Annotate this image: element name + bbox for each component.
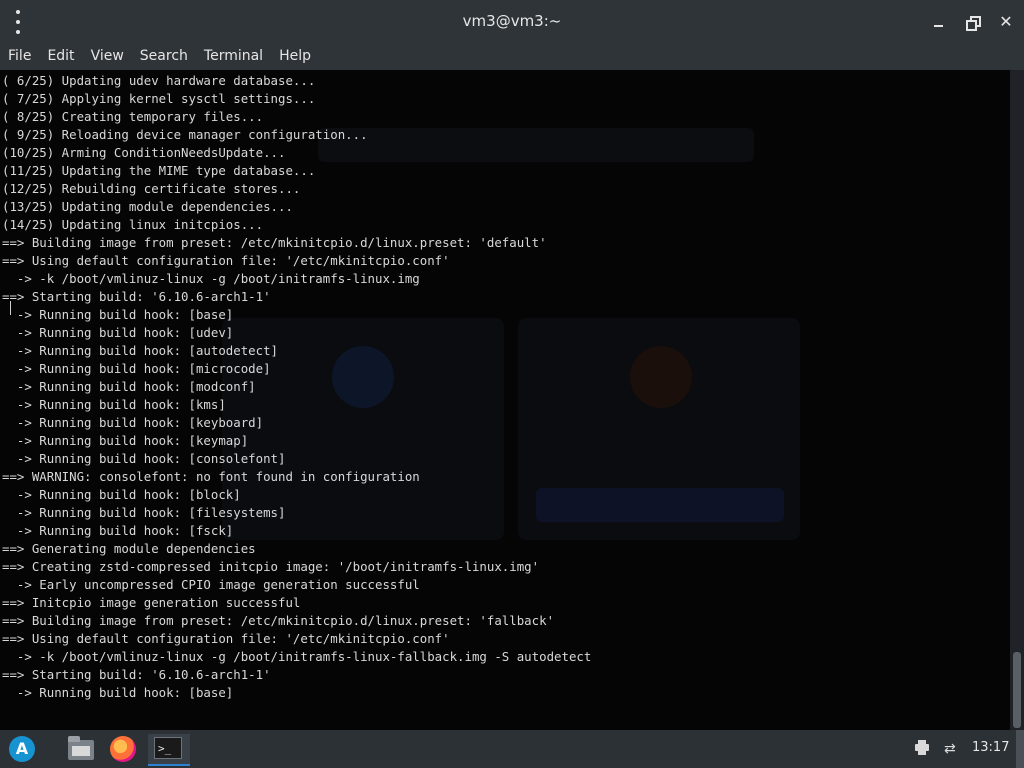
terminal-line: ==> Using default configuration file: '/… [2, 253, 450, 268]
firefox-icon [110, 736, 136, 762]
terminal-line: ==> Initcpio image generation successful [2, 595, 301, 610]
terminal-line: (10/25) Arming ConditionNeedsUpdate... [2, 145, 286, 160]
terminal-line: -> Running build hook: [keymap] [2, 433, 249, 448]
terminal-view[interactable]: ( 6/25) Updating udev hardware database.… [0, 70, 1010, 730]
file-manager-button[interactable] [64, 734, 98, 764]
app-launcher-button[interactable]: A [6, 734, 38, 764]
title-bar: vm3@vm3:~ ✕ [0, 0, 1024, 44]
terminal-line: ( 9/25) Reloading device manager configu… [2, 127, 368, 142]
network-icon[interactable]: ⇄ [944, 740, 962, 758]
menu-help[interactable]: Help [271, 44, 319, 64]
terminal-line: -> Running build hook: [autodetect] [2, 343, 279, 358]
terminal-line: -> Running build hook: [consolefont] [2, 451, 286, 466]
terminal-line: -> Running build hook: [kms] [2, 397, 226, 412]
terminal-line: ( 7/25) Applying kernel sysctl settings.… [2, 91, 316, 106]
clock[interactable]: 13:17 [972, 740, 1009, 755]
terminal-line: -> -k /boot/vmlinuz-linux -g /boot/initr… [2, 649, 592, 664]
minimize-button[interactable] [928, 12, 948, 32]
menu-file[interactable]: File [0, 44, 39, 64]
menu-terminal[interactable]: Terminal [196, 44, 271, 64]
terminal-line: ==> Starting build: '6.10.6-arch1-1' [2, 667, 271, 682]
scrollbar-thumb[interactable] [1013, 652, 1021, 728]
printer-icon[interactable] [914, 739, 932, 757]
arch-linux-logo-icon: A [9, 736, 35, 762]
terminal-line: -> Early uncompressed CPIO image generat… [2, 577, 420, 592]
terminal-line: (14/25) Updating linux initcpios... [2, 217, 264, 232]
menu-edit[interactable]: Edit [39, 44, 82, 64]
terminal-line: (12/25) Rebuilding certificate stores... [2, 181, 301, 196]
terminal-task-button[interactable]: >_ [148, 734, 190, 766]
firefox-button[interactable] [106, 734, 140, 764]
terminal-line: ==> Building image from preset: /etc/mki… [2, 613, 555, 628]
close-button[interactable]: ✕ [996, 12, 1016, 32]
menu-search[interactable]: Search [132, 44, 196, 64]
text-cursor-icon [10, 301, 11, 315]
terminal-scrollbar[interactable] [1010, 70, 1024, 730]
terminal-output[interactable]: ( 6/25) Updating udev hardware database.… [2, 72, 591, 702]
terminal-line: -> Running build hook: [base] [2, 307, 234, 322]
menu-bar: File Edit View Search Terminal Help [0, 44, 1024, 70]
terminal-line: ==> Generating module dependencies [2, 541, 256, 556]
taskbar: A >_ ⇄ 13:17 [0, 730, 1024, 768]
terminal-line: -> Running build hook: [microcode] [2, 361, 271, 376]
terminal-line: -> Running build hook: [modconf] [2, 379, 256, 394]
terminal-line: -> -k /boot/vmlinuz-linux -g /boot/initr… [2, 271, 420, 286]
terminal-line: -> Running build hook: [filesystems] [2, 505, 286, 520]
maximize-button[interactable] [962, 12, 982, 32]
window-title: vm3@vm3:~ [462, 12, 562, 30]
terminal-line: ==> Starting build: '6.10.6-arch1-1' [2, 289, 271, 304]
terminal-line: -> Running build hook: [block] [2, 487, 241, 502]
terminal-line: -> Running build hook: [base] [2, 685, 234, 700]
file-manager-icon [68, 736, 94, 760]
terminal-line: (13/25) Updating module dependencies... [2, 199, 293, 214]
terminal-line: -> Running build hook: [udev] [2, 325, 234, 340]
show-desktop-button[interactable] [1016, 730, 1024, 768]
menu-view[interactable]: View [83, 44, 132, 64]
terminal-line: ==> Creating zstd-compressed initcpio im… [2, 559, 540, 574]
terminal-icon: >_ [154, 737, 182, 759]
terminal-line: ==> Using default configuration file: '/… [2, 631, 450, 646]
terminal-line: ( 8/25) Creating temporary files... [2, 109, 264, 124]
terminal-line: -> Running build hook: [fsck] [2, 523, 234, 538]
terminal-line: ( 6/25) Updating udev hardware database.… [2, 73, 316, 88]
terminal-line: -> Running build hook: [keyboard] [2, 415, 264, 430]
terminal-line: (11/25) Updating the MIME type database.… [2, 163, 316, 178]
terminal-line: ==> WARNING: consolefont: no font found … [2, 469, 420, 484]
terminal-line: ==> Building image from preset: /etc/mki… [2, 235, 547, 250]
